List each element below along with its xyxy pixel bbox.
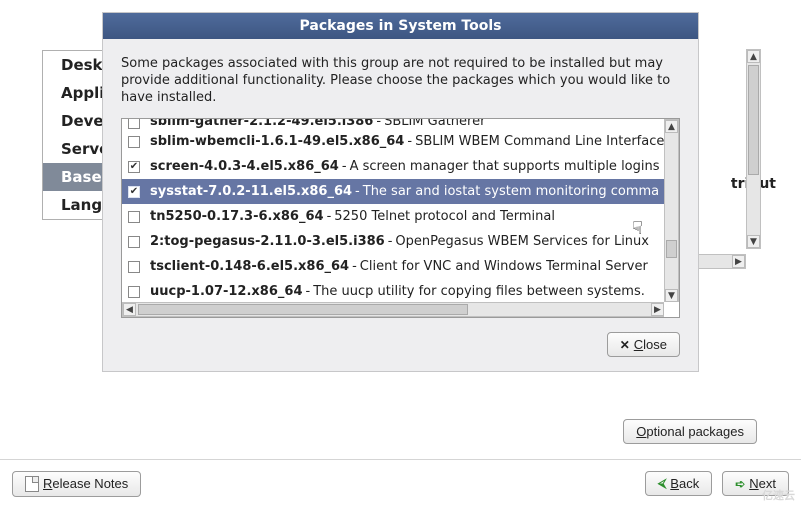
wizard-bottom-bar: Release Notes Back Next bbox=[0, 459, 801, 507]
packages-dialog: Packages in System Tools Some packages a… bbox=[102, 12, 699, 372]
dialog-title: Packages in System Tools bbox=[103, 13, 698, 39]
package-name: tn5250-0.17.3-6.x86_64 bbox=[150, 209, 324, 224]
close-button[interactable]: Close bbox=[607, 332, 680, 357]
scroll-left-icon[interactable]: ◀ bbox=[123, 303, 136, 316]
next-button[interactable]: Next bbox=[722, 471, 789, 496]
package-checkbox[interactable] bbox=[128, 236, 140, 248]
scroll-up-icon[interactable]: ▲ bbox=[665, 120, 678, 133]
package-checkbox[interactable]: ✔ bbox=[128, 161, 140, 173]
scroll-down-icon[interactable]: ▼ bbox=[665, 289, 678, 302]
package-checkbox[interactable] bbox=[128, 261, 140, 273]
scroll-right-icon[interactable]: ▶ bbox=[651, 303, 664, 316]
package-row[interactable]: sblim-gather-2.1.2-49.el5.i386 - SBLIM G… bbox=[122, 119, 664, 129]
package-desc: SBLIM WBEM Command Line Interface bbox=[415, 134, 664, 149]
next-arrow-icon bbox=[735, 477, 745, 491]
package-checkbox[interactable]: ✔ bbox=[128, 186, 140, 198]
package-row[interactable]: 2:tog-pegasus-2.11.0-3.el5.i386 - OpenPe… bbox=[122, 229, 664, 254]
package-list-vertical-scrollbar[interactable]: ▲ ▼ bbox=[664, 119, 679, 302]
package-checkbox[interactable] bbox=[128, 136, 140, 148]
package-name: 2:tog-pegasus-2.11.0-3.el5.i386 bbox=[150, 234, 385, 249]
package-name: uucp-1.07-12.x86_64 bbox=[150, 284, 302, 299]
scrollbar-thumb[interactable] bbox=[666, 240, 677, 258]
scroll-right-icon[interactable]: ▶ bbox=[732, 255, 745, 268]
package-desc: The uucp utility for copying files betwe… bbox=[313, 284, 645, 299]
back-arrow-icon bbox=[658, 476, 667, 491]
optional-packages-button[interactable]: Optional packages bbox=[623, 419, 757, 444]
package-desc: Client for VNC and Windows Terminal Serv… bbox=[360, 259, 648, 274]
package-name: screen-4.0.3-4.el5.x86_64 bbox=[150, 159, 339, 174]
package-checkbox[interactable] bbox=[128, 286, 140, 298]
package-row[interactable]: uucp-1.07-12.x86_64 - The uucp utility f… bbox=[122, 279, 664, 302]
release-notes-button[interactable]: Release Notes bbox=[12, 471, 141, 497]
package-checkbox[interactable] bbox=[128, 119, 140, 129]
package-desc: SBLIM Gatherer bbox=[384, 119, 485, 129]
package-desc: OpenPegasus WBEM Services for Linux bbox=[395, 234, 649, 249]
package-name: sblim-wbemcli-1.6.1-49.el5.x86_64 bbox=[150, 134, 404, 149]
scroll-down-icon[interactable]: ▼ bbox=[747, 235, 760, 248]
package-desc: The sar and iostat system monitoring com… bbox=[363, 184, 659, 199]
package-list: sblim-gather-2.1.2-49.el5.i386 - SBLIM G… bbox=[121, 118, 680, 318]
package-row[interactable]: tn5250-0.17.3-6.x86_64 - 5250 Telnet pro… bbox=[122, 204, 664, 229]
scrollbar-thumb[interactable] bbox=[138, 304, 468, 315]
package-list-horizontal-scrollbar[interactable]: ◀ ▶ bbox=[122, 302, 664, 317]
document-icon bbox=[25, 476, 39, 492]
package-name: sblim-gather-2.1.2-49.el5.i386 bbox=[150, 119, 373, 129]
package-checkbox[interactable] bbox=[128, 211, 140, 223]
package-row[interactable]: ✔ screen-4.0.3-4.el5.x86_64 - A screen m… bbox=[122, 154, 664, 179]
scrollbar-thumb[interactable] bbox=[748, 65, 759, 175]
back-button[interactable]: Back bbox=[645, 471, 712, 496]
package-desc: 5250 Telnet protocol and Terminal bbox=[334, 209, 555, 224]
package-row-selected[interactable]: ✔ sysstat-7.0.2-11.el5.x86_64 - The sar … bbox=[122, 179, 664, 204]
scroll-up-icon[interactable]: ▲ bbox=[747, 50, 760, 63]
package-desc: A screen manager that supports multiple … bbox=[350, 159, 660, 174]
package-row[interactable]: sblim-wbemcli-1.6.1-49.el5.x86_64 - SBLI… bbox=[122, 129, 664, 154]
close-icon bbox=[620, 338, 630, 352]
right-panel-vertical-scrollbar[interactable]: ▲ ▼ bbox=[746, 49, 761, 249]
dialog-intro-text: Some packages associated with this group… bbox=[121, 55, 680, 106]
package-name: sysstat-7.0.2-11.el5.x86_64 bbox=[150, 184, 352, 199]
package-row[interactable]: tsclient-0.148-6.el5.x86_64 - Client for… bbox=[122, 254, 664, 279]
package-name: tsclient-0.148-6.el5.x86_64 bbox=[150, 259, 349, 274]
